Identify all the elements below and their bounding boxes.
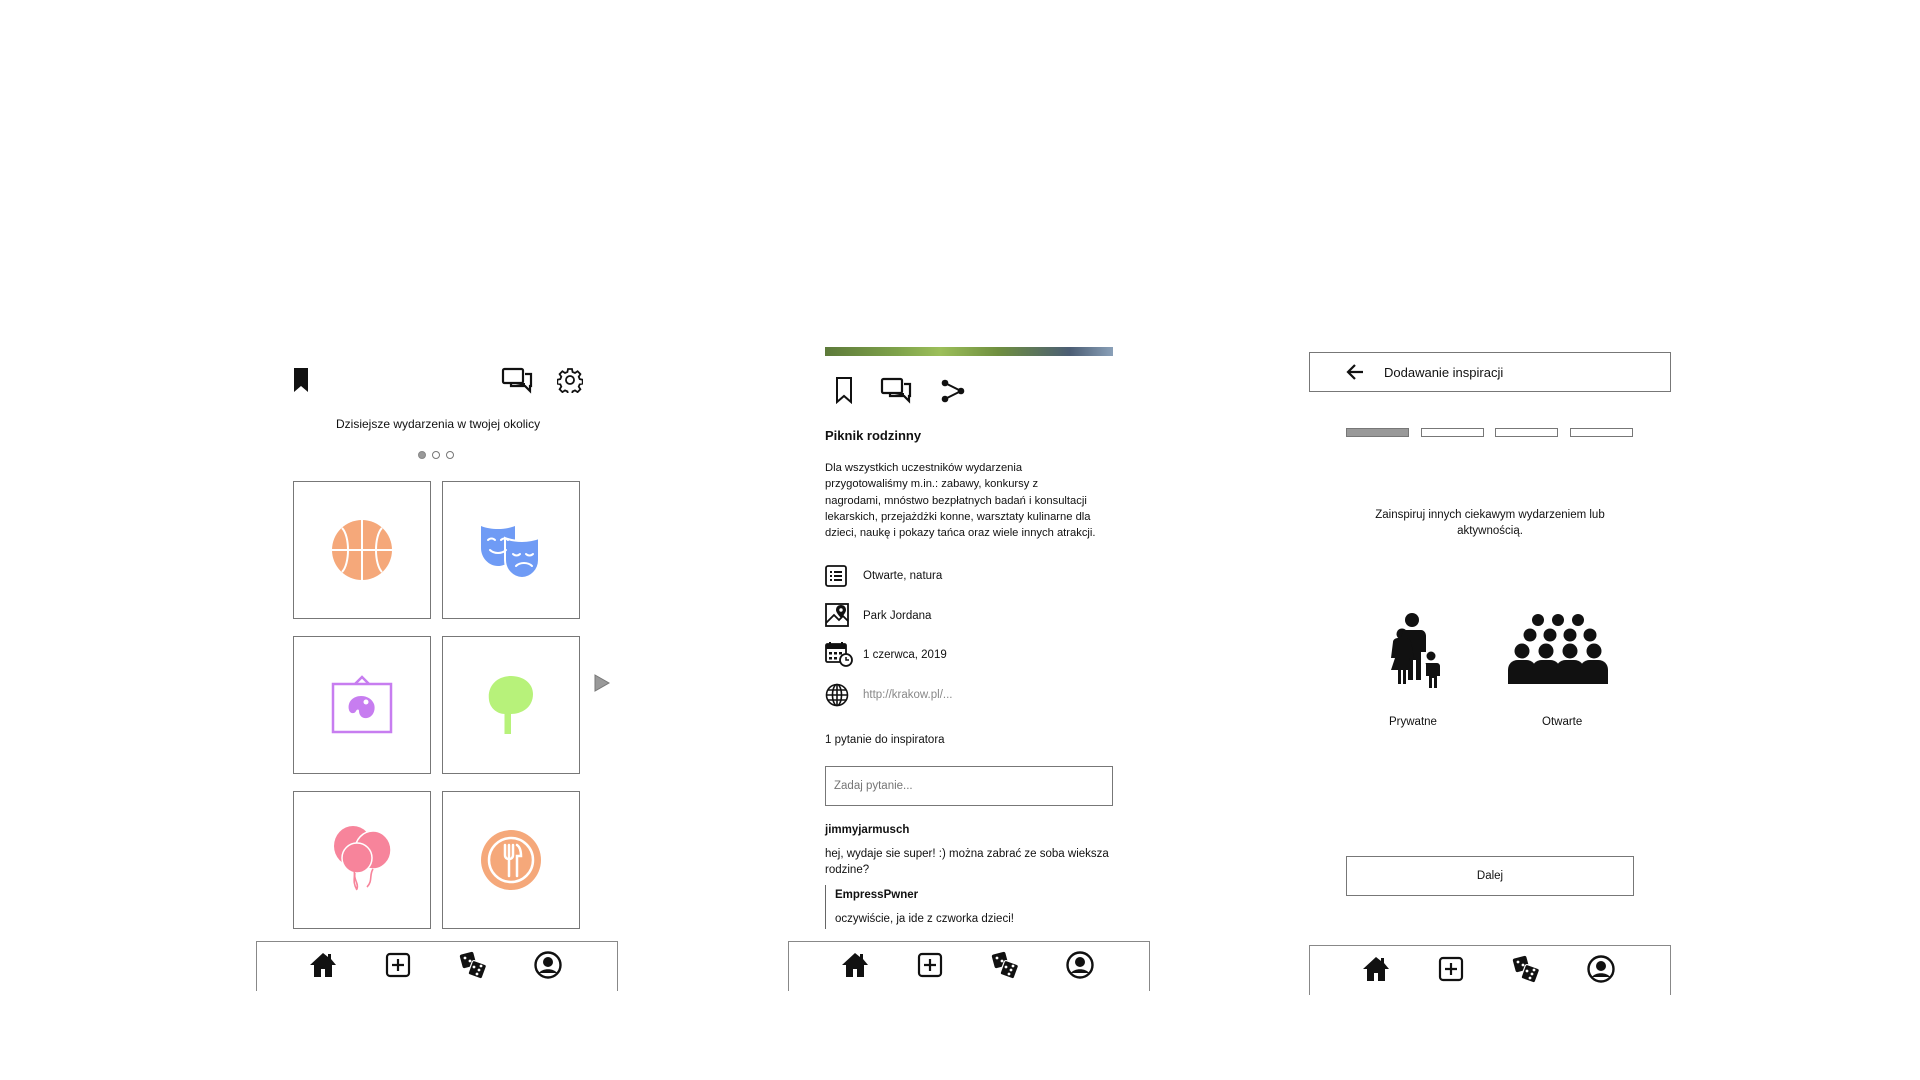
reply-text: oczywiście, ja ide z czworka dzieci! [835, 913, 1014, 925]
add-square-icon [385, 952, 411, 978]
nav-profile[interactable] [1065, 950, 1095, 980]
chat-icon[interactable] [501, 366, 533, 394]
description-line: Dla wszystkich uczestników wydarzenia [825, 462, 1023, 474]
comment-text: rodzine? [825, 864, 870, 876]
description-line: nagrodami, mnóstwo bezpłatnych badań i k… [825, 494, 1087, 507]
share-icon[interactable] [940, 378, 966, 404]
profile-icon [534, 951, 562, 979]
bookmark-icon[interactable] [834, 376, 854, 404]
nav-home[interactable] [308, 950, 338, 980]
step-indicator [1570, 428, 1633, 437]
comment-author: jimmyjarmusch [825, 824, 910, 836]
nav-add[interactable] [1436, 954, 1466, 984]
tile-basketball[interactable] [293, 481, 431, 619]
dice-icon [459, 951, 487, 980]
question-input[interactable] [825, 766, 1113, 806]
option-private[interactable]: Prywatne [1370, 610, 1460, 728]
bookmark-icon[interactable] [290, 366, 312, 394]
painting-icon [331, 675, 393, 734]
plate-cutlery-icon [481, 830, 541, 890]
comment-text: hej, wydaje sie super! :) można zabrać z… [825, 848, 1109, 860]
nav-home[interactable] [840, 950, 870, 980]
carousel-dots [418, 450, 458, 460]
balloons-icon [334, 826, 392, 891]
nav-add[interactable] [383, 950, 413, 980]
bottom-nav [1309, 945, 1671, 995]
profile-icon [1066, 951, 1094, 979]
questions-count: 1 pytanie do inspiratora [825, 734, 945, 746]
tile-theater[interactable] [442, 481, 580, 619]
event-photo [825, 347, 1113, 356]
nav-profile[interactable] [1586, 954, 1616, 984]
tile-party[interactable] [293, 791, 431, 929]
event-description: Dla wszystkich uczestników wydarzenia pr… [825, 460, 1096, 541]
reply-thread-line [825, 885, 826, 929]
add-square-icon [917, 952, 943, 978]
back-arrow-icon[interactable] [1346, 363, 1364, 381]
dice-icon [991, 951, 1019, 980]
nav-profile[interactable] [533, 950, 563, 980]
event-date: 1 czerwca, 2019 [863, 649, 947, 661]
section-title: Dzisiejsze wydarzenia w twojej okolicy [336, 417, 541, 431]
reply-author: EmpressPwner [835, 889, 919, 901]
tile-art[interactable] [293, 636, 431, 774]
bottom-nav [788, 941, 1150, 991]
next-page-arrow-icon[interactable] [594, 674, 610, 692]
chat-icon[interactable] [880, 376, 912, 404]
header-bar: Dodawanie inspiracji [1309, 352, 1671, 392]
nav-random[interactable] [458, 950, 488, 980]
profile-icon [1587, 955, 1615, 983]
calendar-clock-icon [825, 641, 853, 667]
header-title: Dodawanie inspiracji [1384, 365, 1504, 380]
next-button[interactable]: Dalej [1346, 856, 1634, 896]
globe-icon [825, 683, 849, 707]
prompt-line: Zainspiruj innych ciekawym wydarzeniem l… [1375, 509, 1605, 521]
home-icon [842, 953, 868, 977]
tile-nature[interactable] [442, 636, 580, 774]
prompt-text: Zainspiruj innych ciekawym wydarzeniem l… [1309, 507, 1671, 539]
nav-add[interactable] [915, 950, 945, 980]
description-line: przygotowaliśmy m.in.: zabawy, konkursy … [825, 478, 1039, 491]
bottom-nav [256, 941, 618, 991]
event-link[interactable]: http://krakow.pl/... [863, 687, 952, 703]
home-icon [310, 953, 336, 977]
map-pin-icon [825, 603, 849, 627]
event-category: Otwarte, natura [863, 570, 943, 582]
event-title: Piknik rodzinny [825, 428, 922, 443]
event-location: Park Jordana [863, 610, 932, 622]
option-private-label: Prywatne [1389, 716, 1437, 728]
description-line: lekarskich, przejażdżki konne, warsztaty… [825, 510, 1091, 523]
description-line: dzieci, naukę i pokazy tańca oraz wiele … [825, 527, 1096, 540]
dice-icon [1512, 955, 1540, 984]
nav-random[interactable] [990, 950, 1020, 980]
tree-icon [488, 676, 533, 734]
nav-random[interactable] [1511, 954, 1541, 984]
home-icon [1363, 957, 1389, 981]
carousel-dot [446, 451, 454, 459]
carousel-dot [432, 451, 440, 459]
theater-masks-icon [481, 526, 540, 578]
step-indicator [1495, 428, 1558, 437]
basketball-icon [332, 520, 392, 580]
crowd-icon [1508, 614, 1616, 684]
nav-home[interactable] [1361, 954, 1391, 984]
tile-food[interactable] [442, 791, 580, 929]
family-icon [1389, 612, 1441, 688]
list-icon [825, 565, 847, 587]
add-square-icon [1438, 956, 1464, 982]
gear-icon[interactable] [557, 367, 583, 393]
step-indicator [1421, 428, 1484, 437]
option-open-label: Otwarte [1542, 716, 1583, 728]
carousel-dot [418, 451, 426, 459]
step-indicator-active [1346, 428, 1409, 437]
option-open[interactable]: Otwarte [1508, 612, 1622, 728]
prompt-line: aktywnością. [1457, 525, 1523, 537]
